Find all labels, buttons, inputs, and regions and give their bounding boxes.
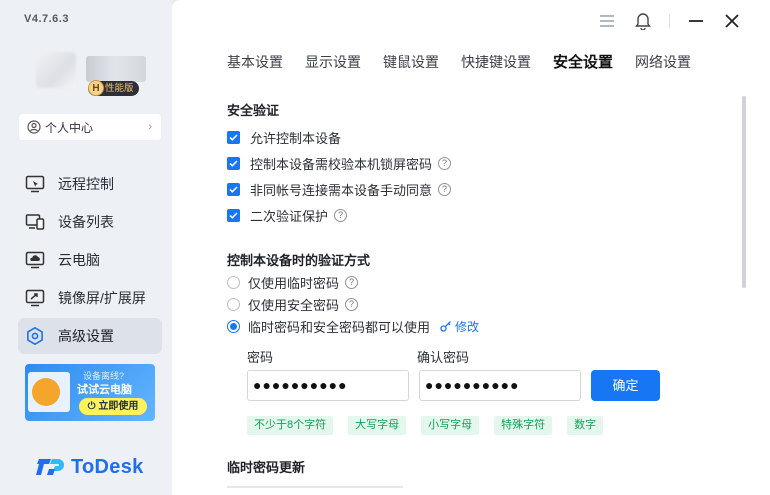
chevron-right-icon: › [148, 121, 152, 133]
cloud-pc-icon [24, 249, 46, 271]
tab-basic[interactable]: 基本设置 [227, 52, 283, 72]
verify-option-temp-only: 仅使用临时密码 ? [227, 271, 727, 293]
confirm-password-label: 确认密码 [417, 350, 470, 365]
minimize-icon[interactable] [678, 10, 714, 32]
promo-use-now-button[interactable]: ⏻ 立即使用 [79, 398, 147, 415]
radio-secure-only[interactable] [227, 297, 240, 311]
sidebar-item-label: 高级设置 [58, 328, 114, 344]
option-label: 允许控制本设备 [250, 130, 342, 146]
tab-shortcuts[interactable]: 快捷键设置 [461, 52, 531, 72]
option-label: 仅使用安全密码 [248, 297, 340, 313]
confirm-button[interactable]: 确定 [591, 370, 660, 401]
radio-temp-only[interactable] [227, 275, 240, 289]
toolbar-divider [669, 14, 670, 28]
verify-option-secure-only: 仅使用安全密码 ? [227, 293, 727, 315]
key-icon [440, 321, 451, 332]
password-input[interactable]: ●●●●●●●●●● [247, 370, 409, 401]
option-two-factor: 二次验证保护 ? [227, 202, 727, 228]
sidebar-item-cloud-pc[interactable]: 云电脑 [18, 242, 162, 278]
sidebar-item-advanced-settings[interactable]: 高级设置 [18, 318, 162, 354]
checkbox-two-factor[interactable] [227, 208, 240, 222]
option-label: 仅使用临时密码 [248, 275, 340, 291]
option-label: 控制本设备需校验本机锁屏密码 [250, 156, 433, 172]
mirror-screen-icon [24, 287, 46, 309]
section-title-security-verify: 安全验证 [227, 103, 280, 118]
option-manual-approve: 非同帐号连接需本设备手动同意 ? [227, 176, 727, 202]
verify-option-both: 临时密码和安全密码都可以使用 修改 [227, 315, 727, 337]
sidebar-item-device-list[interactable]: 设备列表 [18, 204, 162, 240]
modify-label: 修改 [455, 319, 480, 334]
checkbox-manual-approve[interactable] [227, 182, 240, 196]
modify-link[interactable]: 修改 [440, 318, 479, 335]
tab-network[interactable]: 网络设置 [635, 52, 691, 72]
sidebar-item-label: 镜像屏/扩展屏 [58, 290, 146, 306]
scrollbar[interactable] [742, 96, 746, 288]
device-list-icon [24, 211, 46, 233]
section-title-verify-method: 控制本设备时的验证方式 [227, 253, 371, 268]
sidebar-nav: 远程控制 设备列表 云电脑 镜像屏/扩展屏 高级设置 [18, 166, 162, 356]
sidebar-item-remote-control[interactable]: 远程控制 [18, 166, 162, 202]
password-rules: 不少于8个字符 大写字母 小写字母 特殊字符 数字 [247, 416, 618, 435]
tab-security[interactable]: 安全设置 [553, 51, 613, 72]
option-lock-screen-password: 控制本设备需校验本机锁屏密码 ? [227, 150, 727, 176]
settings-panel: 基本设置 显示设置 键鼠设置 快捷键设置 安全设置 网络设置 安全验证 允许控制… [172, 0, 770, 495]
option-label: 二次验证保护 [250, 208, 329, 224]
close-icon[interactable] [714, 10, 750, 32]
sidebar-item-label: 远程控制 [58, 176, 114, 192]
edition-letter: H [88, 80, 104, 96]
radio-both[interactable] [227, 319, 240, 333]
help-icon[interactable]: ? [345, 297, 359, 311]
promo-button-label: 立即使用 [98, 401, 139, 412]
option-label: 非同帐号连接需本设备手动同意 [250, 182, 433, 198]
menu-icon[interactable] [589, 10, 625, 32]
brand-name: ToDesk [71, 455, 144, 478]
sidebar-item-label: 设备列表 [58, 214, 114, 230]
rule-uppercase: 大写字母 [348, 416, 407, 435]
security-settings: 安全验证 允许控制本设备 控制本设备需校验本机锁屏密码 ? 非同帐号连接需本设备… [227, 100, 727, 337]
sidebar-item-mirror-screen[interactable]: 镜像屏/扩展屏 [18, 280, 162, 316]
todesk-logo-icon [36, 459, 64, 475]
user-name-blurred [86, 56, 146, 82]
sidebar: V4.7.6.3 H 性能版 个人中心 › 远程控制 设备列表 云电脑 镜像屏/… [0, 0, 172, 495]
checkbox-lock-screen-password[interactable] [227, 156, 240, 170]
personal-center-button[interactable]: 个人中心 › [19, 114, 161, 140]
promo-line2: 试试云电脑 [77, 384, 132, 396]
option-allow-control: 允许控制本设备 [227, 124, 727, 150]
edition-badge: H 性能版 [88, 80, 139, 96]
window-controls [589, 10, 750, 32]
bell-icon[interactable] [625, 10, 661, 32]
temp-password-select-edge[interactable] [227, 486, 403, 488]
rule-lowercase: 小写字母 [421, 416, 480, 435]
help-icon[interactable]: ? [438, 182, 452, 196]
remote-control-icon [24, 173, 46, 195]
sidebar-item-label: 云电脑 [58, 252, 100, 268]
checkbox-allow-control[interactable] [227, 130, 240, 144]
help-icon[interactable]: ? [334, 208, 348, 222]
advanced-settings-icon [24, 325, 46, 347]
help-icon[interactable]: ? [345, 275, 359, 289]
password-label: 密码 [247, 350, 274, 365]
option-label: 临时密码和安全密码都可以使用 [248, 319, 431, 335]
tab-keyboard-mouse[interactable]: 键鼠设置 [383, 52, 439, 72]
rule-min-length: 不少于8个字符 [247, 416, 334, 435]
power-icon: ⏻ [87, 401, 99, 412]
help-icon[interactable]: ? [438, 156, 452, 170]
user-icon [27, 120, 41, 134]
todesk-logo: ToDesk [35, 455, 144, 479]
avatar[interactable] [36, 52, 76, 88]
rule-digit: 数字 [567, 416, 604, 435]
tab-display[interactable]: 显示设置 [305, 52, 361, 72]
version-label: V4.7.6.3 [24, 13, 69, 25]
cloud-pc-promo-banner[interactable]: 设备离线? 试试云电脑 ⏻ 立即使用 [25, 364, 155, 421]
confirm-password-input[interactable]: ●●●●●●●●●● [419, 370, 581, 401]
section-title-temp-password: 临时密码更新 [227, 460, 306, 475]
edition-label: 性能版 [105, 83, 134, 94]
rule-special: 特殊字符 [494, 416, 553, 435]
offline-device-illustration [28, 372, 70, 412]
personal-center-label: 个人中心 [45, 120, 94, 135]
settings-tabs: 基本设置 显示设置 键鼠设置 快捷键设置 安全设置 网络设置 [227, 52, 713, 72]
